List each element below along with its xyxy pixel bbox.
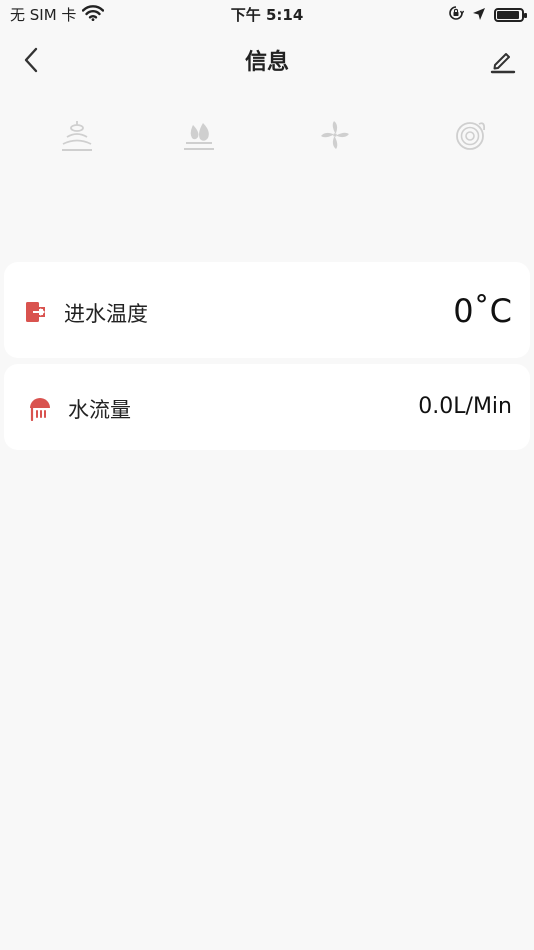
mode-item-fan[interactable] (310, 110, 360, 160)
pencil-icon (490, 53, 516, 74)
fan-icon (321, 121, 349, 149)
water-flow-card: 水流量 0.0L/Min (4, 364, 530, 450)
inlet-temperature-label: 进水温度 (64, 302, 148, 326)
fountain-icon (62, 121, 92, 151)
water-flow-value: 0.0L/Min (418, 394, 512, 419)
status-bar: 无 SIM 卡 下午 5:14 (0, 0, 534, 30)
nav-bar: 信息 (0, 30, 534, 90)
mode-item-spiral[interactable] (446, 110, 496, 160)
water-flow-label: 水流量 (68, 398, 131, 422)
spiral-icon (456, 122, 486, 150)
rotation-lock-icon (448, 5, 465, 25)
battery-icon (494, 8, 527, 22)
inlet-door-icon (22, 298, 50, 326)
mode-row (0, 110, 534, 160)
mode-item-water-flame[interactable] (174, 110, 224, 160)
location-icon (472, 6, 486, 25)
battery-level (497, 11, 519, 19)
water-flame-icon (184, 123, 214, 150)
edit-button[interactable] (486, 42, 520, 78)
status-right (448, 5, 527, 25)
shower-icon (26, 394, 54, 422)
inlet-temperature-card: 进水温度 0˚C (4, 262, 530, 358)
inlet-temperature-value: 0˚C (453, 292, 512, 330)
mode-item-fountain[interactable] (52, 110, 102, 160)
page-title: 信息 (244, 50, 289, 75)
